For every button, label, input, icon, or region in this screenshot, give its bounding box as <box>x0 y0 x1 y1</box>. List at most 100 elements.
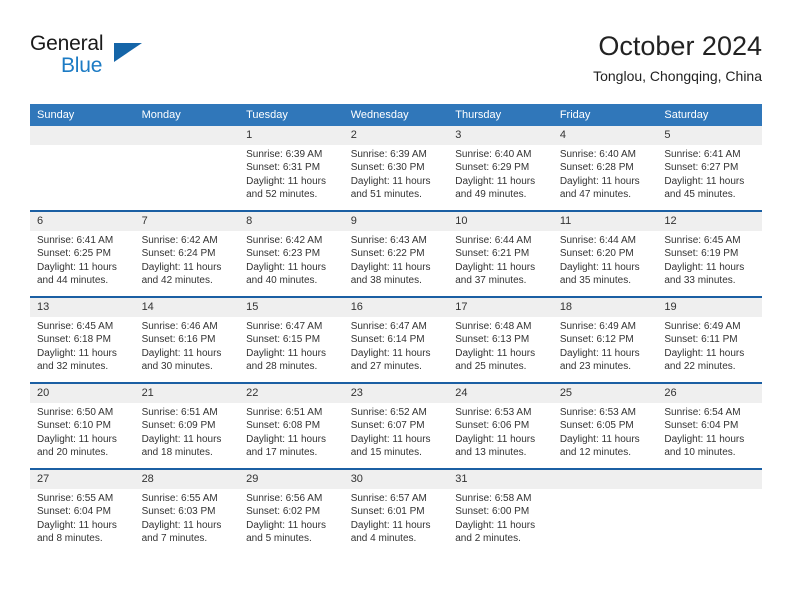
sunset-text: Sunset: 6:12 PM <box>559 334 634 346</box>
daylight-text: and 27 minutes. <box>350 361 422 373</box>
calendar-day-cell[interactable]: 25 Sunrise: 6:53 AM Sunset: 6:05 PM Dayligh… <box>552 383 658 469</box>
day-details: Sunrise: 6:55 AM Sunset: 6:03 PM Daylight:… <box>135 489 240 546</box>
daylight-text: Daylight: 11 hours <box>350 519 431 531</box>
calendar-day-cell[interactable]: 21 Sunrise: 6:51 AM Sunset: 6:09 PM Dayligh… <box>134 383 240 469</box>
page-header: General Blue October 2024 Tonglou, Chong… <box>30 30 762 96</box>
weekday-header-monday: Monday <box>134 104 240 126</box>
daylight-text: and 40 minutes. <box>246 275 318 287</box>
daylight-text: Daylight: 11 hours <box>37 261 117 273</box>
daylight-text: Daylight: 11 hours <box>246 347 326 359</box>
calendar-day-cell[interactable]: 15 Sunrise: 6:47 AM Sunset: 6:15 PM Dayligh… <box>239 297 344 383</box>
daylight-text: Daylight: 11 hours <box>141 347 222 359</box>
sunrise-text: Sunrise: 6:53 AM <box>455 407 532 418</box>
daylight-text: and 35 minutes. <box>559 275 631 287</box>
calendar-day-cell[interactable]: 19 Sunrise: 6:49 AM Sunset: 6:11 PM Dayligh… <box>657 297 762 383</box>
calendar-week-row: 27 Sunrise: 6:55 AM Sunset: 6:04 PM Dayligh… <box>30 469 762 554</box>
daylight-text: Daylight: 11 hours <box>559 433 640 445</box>
day-details: Sunrise: 6:45 AM Sunset: 6:19 PM Daylight:… <box>657 231 762 288</box>
daylight-text: and 44 minutes. <box>37 275 109 287</box>
day-number: 27 <box>30 470 135 489</box>
calendar-day-cell[interactable]: 14 Sunrise: 6:46 AM Sunset: 6:16 PM Dayligh… <box>134 297 240 383</box>
calendar-day-cell[interactable]: 20 Sunrise: 6:50 AM Sunset: 6:10 PM Dayligh… <box>30 383 135 469</box>
calendar-day-cell[interactable]: 2 Sunrise: 6:39 AM Sunset: 6:30 PM Daylight… <box>343 126 449 211</box>
calendar-day-cell[interactable]: 26 Sunrise: 6:54 AM Sunset: 6:04 PM Dayligh… <box>657 383 762 469</box>
logo-text-general: General <box>30 32 104 55</box>
sunset-text: Sunset: 6:27 PM <box>664 162 739 174</box>
day-cell-inner: 18 Sunrise: 6:49 AM Sunset: 6:12 PM Dayligh… <box>552 298 658 382</box>
day-number: 8 <box>239 212 344 231</box>
weekday-header-wednesday: Wednesday <box>343 104 449 126</box>
calendar-day-cell[interactable]: 23 Sunrise: 6:52 AM Sunset: 6:07 PM Dayligh… <box>343 383 449 469</box>
triangle-icon <box>114 43 142 62</box>
daylight-text: and 15 minutes. <box>350 447 422 459</box>
day-number <box>552 470 658 489</box>
calendar-day-cell[interactable]: 8 Sunrise: 6:42 AM Sunset: 6:23 PM Daylight… <box>239 211 344 297</box>
day-details: Sunrise: 6:49 AM Sunset: 6:12 PM Daylight:… <box>553 317 658 374</box>
daylight-text: and 12 minutes. <box>559 447 631 459</box>
calendar-day-cell[interactable]: 22 Sunrise: 6:51 AM Sunset: 6:08 PM Dayligh… <box>239 383 344 469</box>
daylight-text: and 4 minutes. <box>350 533 417 545</box>
day-cell-inner: 11 Sunrise: 6:44 AM Sunset: 6:20 PM Dayligh… <box>552 212 658 296</box>
general-blue-logo[interactable]: General Blue <box>30 32 150 84</box>
day-cell-inner: 12 Sunrise: 6:45 AM Sunset: 6:19 PM Dayligh… <box>657 212 762 296</box>
calendar-day-cell[interactable]: 31 Sunrise: 6:58 AM Sunset: 6:00 PM Dayligh… <box>448 469 553 554</box>
day-cell-inner: 2 Sunrise: 6:39 AM Sunset: 6:30 PM Daylight… <box>343 126 449 210</box>
day-number: 13 <box>30 298 135 317</box>
sunset-text: Sunset: 6:13 PM <box>455 334 530 346</box>
sunset-text: Sunset: 6:00 PM <box>455 506 530 518</box>
calendar-day-cell[interactable]: 9 Sunrise: 6:43 AM Sunset: 6:22 PM Daylight… <box>343 211 449 297</box>
sunrise-text: Sunrise: 6:58 AM <box>455 493 532 504</box>
daylight-text: and 49 minutes. <box>455 189 527 201</box>
day-cell-inner: 16 Sunrise: 6:47 AM Sunset: 6:14 PM Dayligh… <box>343 298 449 382</box>
calendar-day-cell[interactable]: 17 Sunrise: 6:48 AM Sunset: 6:13 PM Dayligh… <box>448 297 553 383</box>
calendar-day-cell[interactable]: 13 Sunrise: 6:45 AM Sunset: 6:18 PM Dayligh… <box>30 297 135 383</box>
sunset-text: Sunset: 6:22 PM <box>350 248 425 260</box>
weekday-header-row: Sunday Monday Tuesday Wednesday Thursday Frid… <box>30 104 762 126</box>
day-cell-inner: 4 Sunrise: 6:40 AM Sunset: 6:28 PM Daylight… <box>552 126 658 210</box>
calendar-day-cell[interactable]: 28 Sunrise: 6:55 AM Sunset: 6:03 PM Dayligh… <box>134 469 240 554</box>
calendar-day-cell[interactable]: 27 Sunrise: 6:55 AM Sunset: 6:04 PM Dayligh… <box>30 469 135 554</box>
daylight-text: Daylight: 11 hours <box>559 347 640 359</box>
sunset-text: Sunset: 6:07 PM <box>350 420 425 432</box>
day-cell-inner: 15 Sunrise: 6:47 AM Sunset: 6:15 PM Dayligh… <box>239 298 344 382</box>
day-details: Sunrise: 6:44 AM Sunset: 6:21 PM Daylight:… <box>448 231 553 288</box>
weekday-header-friday: Friday <box>552 104 658 126</box>
day-details: Sunrise: 6:47 AM Sunset: 6:14 PM Daylight:… <box>344 317 449 374</box>
calendar-day-cell[interactable]: 10 Sunrise: 6:44 AM Sunset: 6:21 PM Dayligh… <box>448 211 553 297</box>
sunrise-text: Sunrise: 6:47 AM <box>246 321 323 332</box>
calendar-day-cell[interactable]: 5 Sunrise: 6:41 AM Sunset: 6:27 PM Daylight… <box>657 126 762 211</box>
calendar-day-cell[interactable]: 29 Sunrise: 6:56 AM Sunset: 6:02 PM Dayligh… <box>239 469 344 554</box>
weekday-header-tuesday: Tuesday <box>239 104 344 126</box>
sunset-text: Sunset: 6:05 PM <box>559 420 634 432</box>
calendar-day-cell[interactable]: 16 Sunrise: 6:47 AM Sunset: 6:14 PM Dayligh… <box>343 297 449 383</box>
calendar-day-cell[interactable]: 1 Sunrise: 6:39 AM Sunset: 6:31 PM Daylight… <box>239 126 344 211</box>
sunrise-text: Sunrise: 6:54 AM <box>664 407 741 418</box>
daylight-text: Daylight: 11 hours <box>455 433 536 445</box>
day-number: 25 <box>552 384 658 403</box>
daylight-text: Daylight: 11 hours <box>141 433 222 445</box>
calendar-day-cell[interactable]: 6 Sunrise: 6:41 AM Sunset: 6:25 PM Daylight… <box>30 211 135 297</box>
calendar-day-cell[interactable]: 24 Sunrise: 6:53 AM Sunset: 6:06 PM Dayligh… <box>448 383 553 469</box>
sunrise-text: Sunrise: 6:42 AM <box>246 235 323 246</box>
daylight-text: Daylight: 11 hours <box>559 261 640 273</box>
sunset-text: Sunset: 6:14 PM <box>350 334 425 346</box>
daylight-text: Daylight: 11 hours <box>559 175 640 187</box>
day-details: Sunrise: 6:58 AM Sunset: 6:00 PM Daylight:… <box>448 489 553 546</box>
daylight-text: and 33 minutes. <box>664 275 736 287</box>
calendar-day-cell[interactable]: 7 Sunrise: 6:42 AM Sunset: 6:24 PM Daylight… <box>134 211 240 297</box>
day-cell-inner: 23 Sunrise: 6:52 AM Sunset: 6:07 PM Dayligh… <box>343 384 449 468</box>
daylight-text: Daylight: 11 hours <box>246 261 326 273</box>
calendar-empty-cell <box>30 126 135 211</box>
calendar-day-cell[interactable]: 4 Sunrise: 6:40 AM Sunset: 6:28 PM Daylight… <box>552 126 658 211</box>
calendar-day-cell[interactable]: 30 Sunrise: 6:57 AM Sunset: 6:01 PM Dayligh… <box>343 469 449 554</box>
day-cell-inner: 20 Sunrise: 6:50 AM Sunset: 6:10 PM Dayligh… <box>30 384 135 468</box>
calendar-day-cell[interactable]: 3 Sunrise: 6:40 AM Sunset: 6:29 PM Daylight… <box>448 126 553 211</box>
calendar-day-cell[interactable]: 18 Sunrise: 6:49 AM Sunset: 6:12 PM Dayligh… <box>552 297 658 383</box>
calendar-day-cell[interactable]: 11 Sunrise: 6:44 AM Sunset: 6:20 PM Dayligh… <box>552 211 658 297</box>
sunset-text: Sunset: 6:21 PM <box>455 248 530 260</box>
sunset-text: Sunset: 6:28 PM <box>559 162 634 174</box>
calendar-day-cell[interactable]: 12 Sunrise: 6:45 AM Sunset: 6:19 PM Dayligh… <box>657 211 762 297</box>
weekday-header-saturday: Saturday <box>657 104 762 126</box>
daylight-text: and 45 minutes. <box>664 189 736 201</box>
daylight-text: and 7 minutes. <box>141 533 208 545</box>
